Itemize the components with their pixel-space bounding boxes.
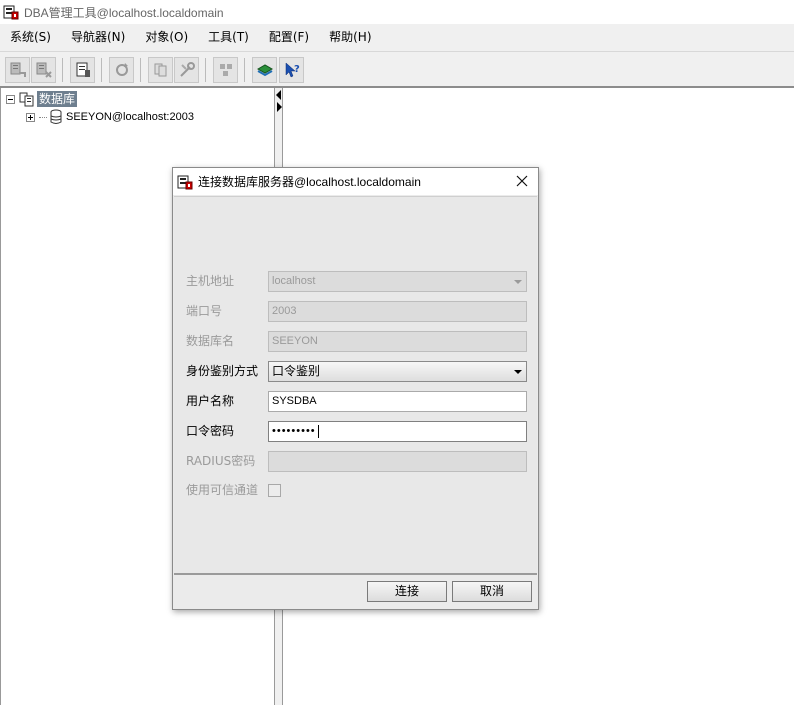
tools-button[interactable] — [174, 57, 199, 83]
tree-root-node[interactable]: 数据库 — [6, 90, 78, 108]
port-label: 端口号 — [186, 304, 223, 318]
toolbar-separator — [140, 58, 141, 82]
cluster-button[interactable] — [213, 57, 238, 83]
host-label: 主机地址 — [186, 274, 235, 288]
close-icon[interactable] — [514, 173, 530, 189]
menubar: 系统(S) 导航器(N) 对象(O) 工具(T) 配置(F) 帮助(H) — [0, 24, 794, 51]
dba-tool-app-icon — [3, 5, 19, 20]
dialog-titlebar[interactable]: 连接数据库服务器@localhost.localdomain — [173, 168, 538, 195]
password-field[interactable]: ••••••••• — [268, 421, 527, 442]
dbname-field: SEEYON — [268, 331, 527, 352]
connect-button[interactable]: 连接 — [367, 581, 447, 602]
tree-root-label[interactable]: 数据库 — [37, 91, 78, 107]
port-field: 2003 — [268, 301, 527, 322]
expand-icon[interactable] — [26, 112, 35, 122]
password-label: 口令密码 — [186, 424, 235, 438]
disconnect-server-button[interactable] — [31, 57, 56, 83]
chevron-down-icon — [514, 280, 522, 284]
menu-help[interactable]: 帮助(H) — [319, 24, 381, 51]
trusted-channel-checkbox — [268, 484, 281, 497]
tree-node-seeyon[interactable]: SEEYON@localhost:2003 — [26, 108, 194, 126]
menu-navigator[interactable]: 导航器(N) — [61, 24, 135, 51]
dialog-body: 主机地址 localhost 端口号 2003 数据库名 SEEYON 身份鉴别… — [174, 196, 537, 573]
menu-object[interactable]: 对象(O) — [135, 24, 198, 51]
database-servers-icon — [19, 92, 34, 107]
toolbar: ? — [0, 51, 794, 88]
text-caret — [317, 424, 319, 438]
host-combobox: localhost — [268, 271, 527, 292]
connect-server-dialog: 连接数据库服务器@localhost.localdomain 主机地址 loca… — [172, 167, 539, 610]
server-disconnect-icon — [36, 62, 52, 78]
password-mask: ••••••••• — [272, 425, 316, 437]
auth-method-value: 口令鉴别 — [272, 364, 321, 378]
auth-method-select[interactable]: 口令鉴别 — [268, 361, 527, 382]
auth-method-label: 身份鉴别方式 — [186, 364, 259, 378]
username-field[interactable]: SYSDBA — [268, 391, 527, 412]
radius-password-field — [268, 451, 527, 472]
menu-config[interactable]: 配置(F) — [259, 24, 319, 51]
copy-button[interactable] — [148, 57, 173, 83]
username-label: 用户名称 — [186, 394, 235, 408]
refresh-button[interactable] — [109, 57, 134, 83]
chevron-down-icon[interactable] — [514, 370, 522, 374]
toolbar-separator — [205, 58, 206, 82]
toolbar-separator — [244, 58, 245, 82]
dbname-label: 数据库名 — [186, 334, 235, 348]
refresh-icon — [115, 63, 128, 76]
collapse-icon[interactable] — [6, 94, 15, 104]
properties-button[interactable] — [70, 57, 95, 83]
connect-server-button[interactable] — [5, 57, 30, 83]
trusted-channel-label: 使用可信通道 — [186, 483, 259, 497]
host-value: localhost — [272, 275, 316, 287]
context-help-button[interactable]: ? — [279, 57, 304, 83]
copy-document-icon — [154, 63, 166, 77]
toolbar-separator — [62, 58, 63, 82]
svg-text:?: ? — [294, 64, 300, 75]
radius-password-label: RADIUS密码 — [186, 454, 256, 468]
manual-button[interactable] — [252, 57, 277, 83]
wrench-tools-icon — [179, 62, 195, 77]
dba-tool-app-icon — [177, 175, 193, 189]
help-book-icon — [256, 64, 273, 77]
server-connect-icon — [10, 62, 26, 77]
database-cluster-icon — [219, 64, 232, 76]
tree-connector — [39, 116, 47, 118]
menu-tools[interactable]: 工具(T) — [198, 24, 259, 51]
dialog-title: 连接数据库服务器@localhost.localdomain — [198, 175, 421, 189]
database-icon — [50, 109, 62, 124]
window-titlebar: DBA管理工具@localhost.localdomain — [0, 0, 794, 24]
tree-node-label[interactable]: SEEYON@localhost:2003 — [66, 111, 194, 123]
dialog-footer: 连接 取消 — [174, 573, 537, 609]
expand-right-icon[interactable] — [277, 102, 282, 112]
whats-this-help-icon: ? — [285, 62, 300, 78]
document-properties-icon — [76, 62, 90, 77]
menu-system[interactable]: 系统(S) — [0, 24, 61, 51]
collapse-left-icon[interactable] — [276, 90, 281, 100]
cancel-button[interactable]: 取消 — [452, 581, 532, 602]
window-title: DBA管理工具@localhost.localdomain — [24, 5, 224, 20]
toolbar-separator — [101, 58, 102, 82]
